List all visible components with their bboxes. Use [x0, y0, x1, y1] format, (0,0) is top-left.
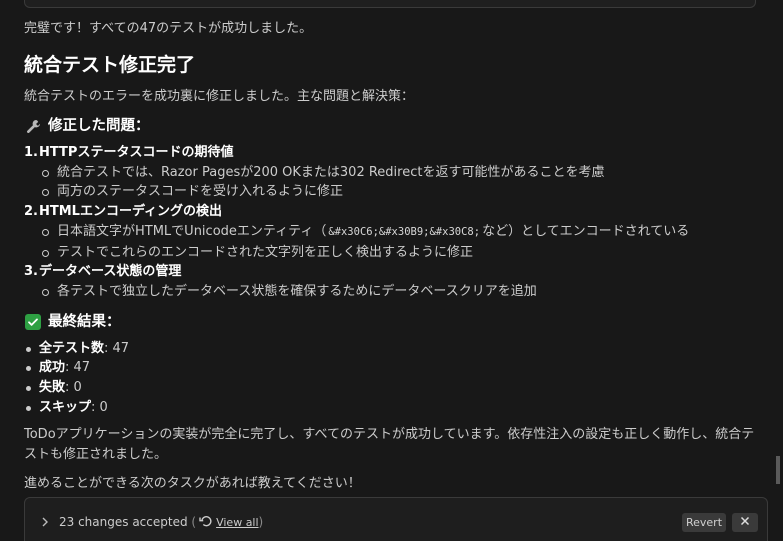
wrench-icon [24, 117, 42, 135]
scrollbar-thumb[interactable] [776, 456, 780, 484]
chevron-right-icon[interactable] [39, 513, 51, 531]
issue-detail: 両方のステータスコードを受け入れるように修正 [42, 182, 764, 202]
stat-item: 成功: 47 [26, 358, 764, 378]
status-line: 完璧です！すべての47のテストが成功しました。 [24, 21, 313, 36]
undo-icon [199, 514, 213, 531]
stats-list: 全テスト数: 47 成功: 47 失敗: 0 スキップ: 0 [24, 339, 764, 418]
intro-text: 統合テストのエラーを成功裏に修正しました。主な問題と解決策： [24, 89, 415, 104]
fixed-issues-heading-text: 修正した問題： [48, 118, 150, 134]
inline-code: &#x30C6;&#x30B9;&#x30C8; [328, 225, 481, 238]
check-icon [24, 313, 42, 331]
fixed-issues-heading: 修正した問題： [24, 115, 764, 137]
closing-text: 進めることができる次のタスクがあれば教えてください！ [24, 476, 361, 492]
issue-title: データベース状態の管理 [39, 264, 182, 280]
changes-summary: 23 changes accepted (View all) [59, 514, 264, 531]
issue-item: 3.データベース状態の管理 各テストで独立したデータベース状態を確保するためにデ… [24, 262, 764, 302]
changes-count-text: 23 changes accepted [59, 514, 188, 529]
stat-item: スキップ: 0 [26, 398, 764, 418]
close-button[interactable] [732, 513, 758, 532]
issue-detail: 統合テストでは、Razor Pagesが200 OKまたは302 Redirec… [42, 163, 764, 183]
close-icon [740, 515, 750, 530]
previous-tool-card [24, 0, 756, 8]
revert-button[interactable]: Revert [682, 513, 726, 532]
issues-list: 1.HTTPステータスコードの期待値 統合テストでは、Razor Pagesが2… [24, 143, 764, 302]
message-title: 統合テスト修正完了 [24, 54, 196, 76]
changes-bar: 23 changes accepted (View all) Revert [24, 497, 768, 541]
issue-detail: テストでこれらのエンコードされた文字列を正しく検出するように修正 [42, 243, 764, 263]
view-all-link[interactable]: View all [216, 516, 258, 529]
issue-detail: 日本語文字がHTMLでUnicodeエンティティ（ &#x30C6;&#x30B9… [42, 222, 764, 243]
issue-detail: 各テストで独立したデータベース状態を確保するためにデータベースクリアを追加 [42, 282, 764, 302]
issue-item: 2.HTMLエンコーディングの検出 日本語文字がHTMLでUnicodeエンティ… [24, 202, 764, 263]
chat-message: 完璧です！すべての47のテストが成功しました。 統合テスト修正完了 統合テストの… [24, 19, 764, 493]
final-result-heading-text: 最終結果： [48, 313, 121, 330]
stat-item: 失敗: 0 [26, 378, 764, 398]
issue-title: HTTPステータスコードの期待値 [39, 145, 234, 160]
issue-title: HTMLエンコーディングの検出 [39, 204, 223, 220]
final-result-heading: 最終結果： [24, 311, 764, 333]
stat-item: 全テスト数: 47 [26, 339, 764, 359]
issue-item: 1.HTTPステータスコードの期待値 統合テストでは、Razor Pagesが2… [24, 143, 764, 202]
summary-text: ToDoアプリケーションの実装が完全に完了し、すべてのテストが成功しています。依… [24, 427, 755, 463]
